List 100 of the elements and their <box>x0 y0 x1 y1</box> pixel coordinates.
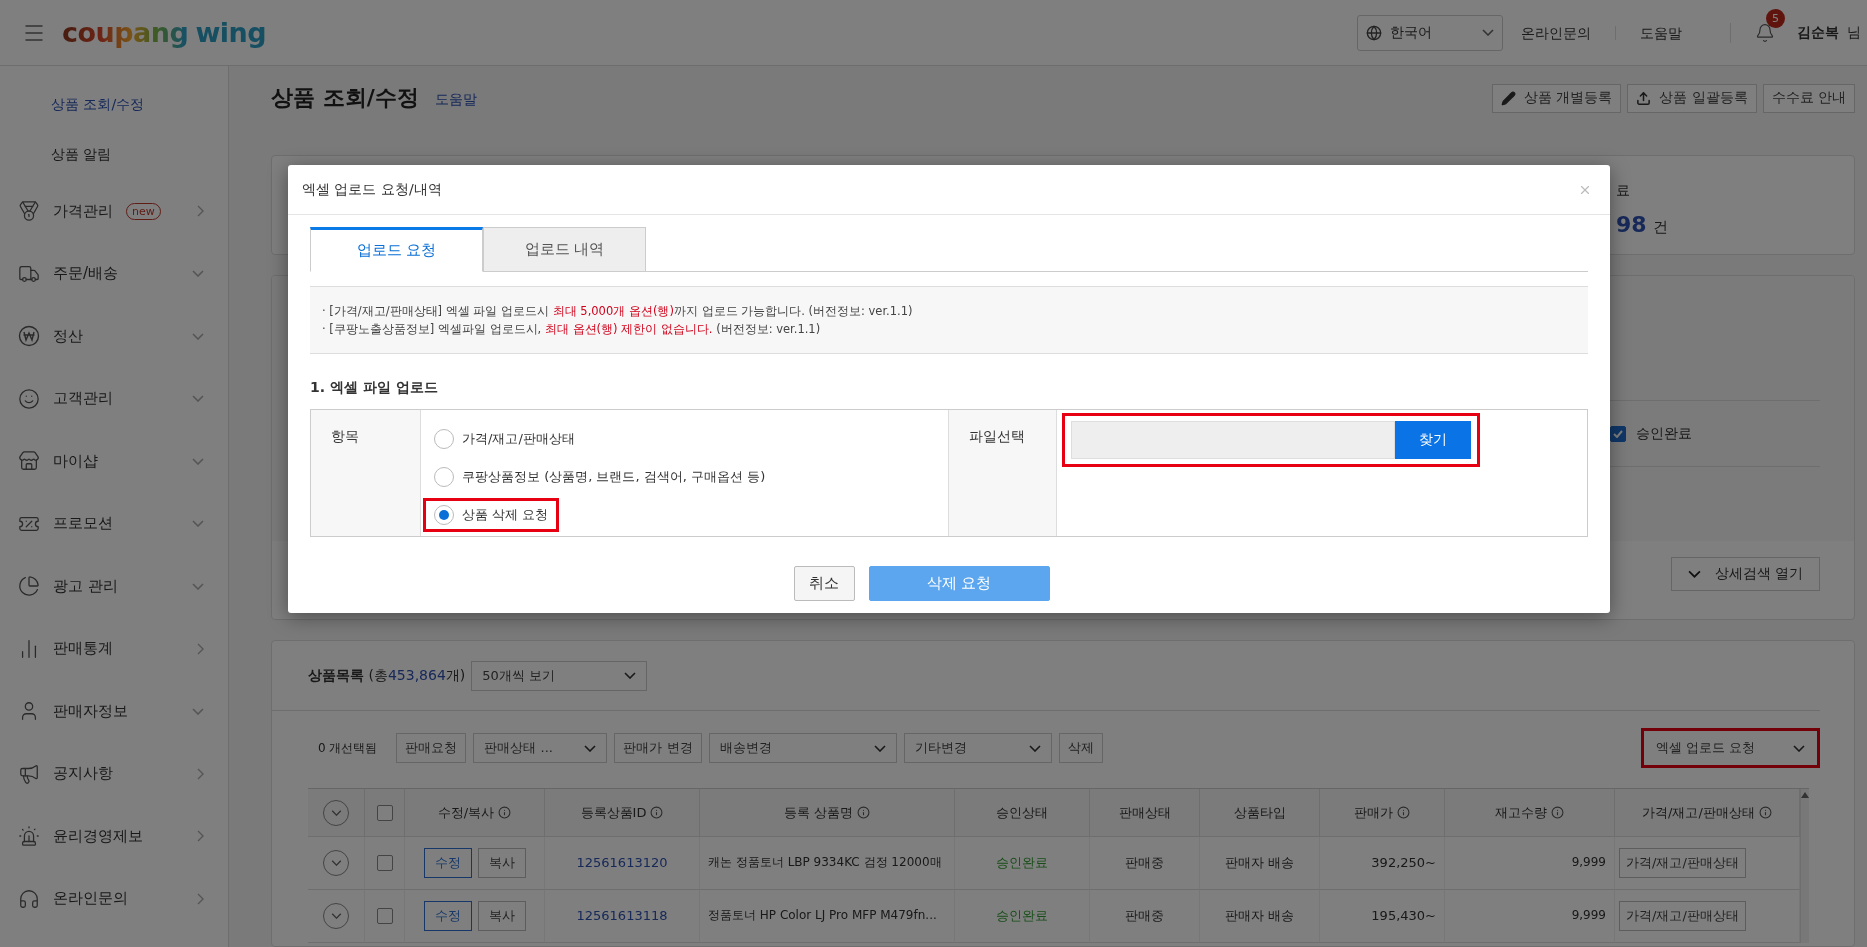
summary-count: 98 <box>1616 212 1647 237</box>
radio[interactable] <box>434 505 454 525</box>
user-suffix: 님 <box>1847 23 1861 42</box>
product-id-link[interactable]: 12561613120 <box>576 854 668 872</box>
column-header: 등록상품ID <box>580 803 647 822</box>
submit-button[interactable]: 삭제 요청 <box>868 566 1050 601</box>
tab[interactable]: 업로드 내역 <box>483 227 646 272</box>
caret-icon <box>624 672 637 679</box>
table-cell: 캐논 정품토너 LBP 9334KC 검정 12000매 <box>708 855 942 871</box>
detail-search-button[interactable]: 상세검색 열기 <box>1670 557 1820 591</box>
megaphone-icon <box>18 762 40 785</box>
toolbar-button[interactable]: 판매가 변경 <box>614 733 702 763</box>
table-cell: 승인완료 <box>996 907 1048 925</box>
dialog-title: 엑셀 업로드 요청/내역 <box>302 180 442 199</box>
sidebar-item[interactable]: 온라인문의 <box>53 889 128 909</box>
table-cell: 승인완료 <box>996 854 1048 872</box>
toolbar-button[interactable]: 삭제 <box>1058 733 1103 763</box>
scrollbar[interactable] <box>1800 789 1809 943</box>
toolbar-button[interactable]: 판매요청 <box>396 733 467 763</box>
headset-icon <box>18 887 40 910</box>
checkbox[interactable] <box>1610 425 1626 442</box>
sidebar-item[interactable]: 주문/배송 <box>53 264 119 284</box>
list-title: 상품목록 (총453,864개) <box>308 666 466 685</box>
action-button[interactable]: 상품 개별등록 <box>1491 83 1622 113</box>
sidebar-item[interactable]: 판매자정보 <box>53 701 128 721</box>
column-header: 재고수량 <box>1495 803 1547 822</box>
chevron-down-icon <box>1687 570 1701 578</box>
edit-button[interactable]: 수정 <box>423 848 472 878</box>
radio-option[interactable]: 쿠팡상품정보 (상품명, 브랜드, 검색어, 구매옵션 등) <box>426 463 774 491</box>
radio-option[interactable]: 가격/재고/판매상태 <box>426 425 583 453</box>
browse-button[interactable]: 찾기 <box>1395 421 1471 459</box>
toolbar-select[interactable]: 기타변경 <box>903 733 1052 763</box>
row-action-button[interactable]: 가격/재고/판매상태 <box>1619 901 1746 931</box>
caret-icon <box>873 744 886 752</box>
notice-text: · [가격/재고/판매상태] 엑셀 파일 업로드시 최대 5,000개 옵션(행)까지 업로드 가능합니다. (버전정보: ver.1.1) <box>322 303 914 319</box>
help-link[interactable]: 도움말 <box>434 91 477 109</box>
notice-text: · [쿠팡노출상품정보] 엑셀파일 업로드시, 최대 옵션(행) 제한이 없습니다. (버전정보: ver.1.1) <box>322 321 822 337</box>
column-header: 판매가 <box>1354 803 1393 822</box>
product-id-link[interactable]: 12561613118 <box>576 907 668 925</box>
sidebar-subitem[interactable]: 상품 조회/수정 <box>51 92 145 116</box>
sidebar-item[interactable]: 가격관리 <box>53 201 113 221</box>
checkbox[interactable] <box>376 855 393 871</box>
chevron-down-icon <box>330 913 342 919</box>
table-cell: 판매자 배송 <box>1224 907 1295 925</box>
bell-icon[interactable] <box>1755 22 1775 43</box>
form-label: 항목 <box>331 428 359 444</box>
checkbox[interactable] <box>376 804 393 821</box>
form-label: 파일선택 <box>969 428 1025 444</box>
sidebar-item[interactable]: 공지사항 <box>53 764 113 784</box>
table-cell: 392,250~ <box>1371 854 1436 872</box>
store-icon <box>18 450 40 473</box>
chevron-down-icon <box>330 809 342 816</box>
radio[interactable] <box>434 429 454 449</box>
checkbox-label: 승인완료 <box>1636 424 1692 443</box>
language-select[interactable]: 한국어 <box>1357 14 1503 51</box>
radio-option[interactable]: 상품 삭제 요청 <box>426 501 557 529</box>
section-title: 1. 엑셀 파일 업로드 <box>310 379 439 397</box>
won-icon <box>18 325 40 348</box>
upload-icon <box>1636 90 1652 106</box>
action-button[interactable]: 수수료 안내 <box>1762 83 1855 113</box>
tab[interactable]: 업로드 요청 <box>310 227 483 272</box>
action-button[interactable]: 상품 일괄등록 <box>1627 83 1757 113</box>
page-title: 상품 조회/수정 <box>271 84 419 112</box>
notification-count: 5 <box>1766 8 1785 28</box>
edit-button[interactable]: 수정 <box>423 901 472 931</box>
column-header: 가격/재고/판매상태 <box>1642 803 1755 822</box>
table-cell: 9,999 <box>1571 908 1606 924</box>
sidebar-item[interactable]: 정산 <box>53 326 83 346</box>
sidebar-item[interactable]: 마이샵 <box>53 451 98 471</box>
caret-icon <box>1028 744 1041 752</box>
sidebar-item[interactable]: 프로모션 <box>53 514 113 534</box>
scroll-up-icon[interactable] <box>1801 792 1809 798</box>
toolbar-select[interactable]: 판매상태 ... <box>473 733 608 763</box>
pie-chart-icon <box>18 575 40 598</box>
table-cell: 판매중 <box>1125 854 1164 872</box>
pencil-icon <box>1500 90 1516 106</box>
medal-icon <box>18 200 40 223</box>
selected-count: 0 개선택됨 <box>318 739 378 757</box>
chevron-down-icon <box>330 860 342 866</box>
sidebar-item[interactable]: 광고 관리 <box>53 576 118 596</box>
check-icon <box>1613 429 1623 438</box>
sidebar-subitem[interactable]: 상품 알림 <box>51 142 112 166</box>
table-cell: 9,999 <box>1571 855 1606 871</box>
header-link[interactable]: 도움말 <box>1615 25 1706 40</box>
globe-icon <box>1366 24 1382 41</box>
header-link[interactable]: 온라인문의 <box>1521 25 1615 40</box>
toolbar-select[interactable]: 배송변경 <box>708 733 897 763</box>
checkbox[interactable] <box>376 908 393 924</box>
sidebar-item[interactable]: 고객관리 <box>53 389 113 409</box>
copy-button[interactable]: 복사 <box>477 848 526 878</box>
file-input-field[interactable] <box>1071 421 1395 459</box>
radio[interactable] <box>434 467 454 487</box>
copy-button[interactable]: 복사 <box>477 901 526 931</box>
page-size-select[interactable]: 50개씩 보기 <box>471 660 648 691</box>
cancel-button[interactable]: 취소 <box>793 566 855 601</box>
caret-icon <box>1482 29 1494 36</box>
sidebar-item[interactable]: 윤리경영제보 <box>53 826 143 846</box>
row-action-button[interactable]: 가격/재고/판매상태 <box>1619 848 1746 878</box>
sidebar-item[interactable]: 판매통계 <box>53 639 113 659</box>
table-cell: 판매중 <box>1125 907 1164 925</box>
